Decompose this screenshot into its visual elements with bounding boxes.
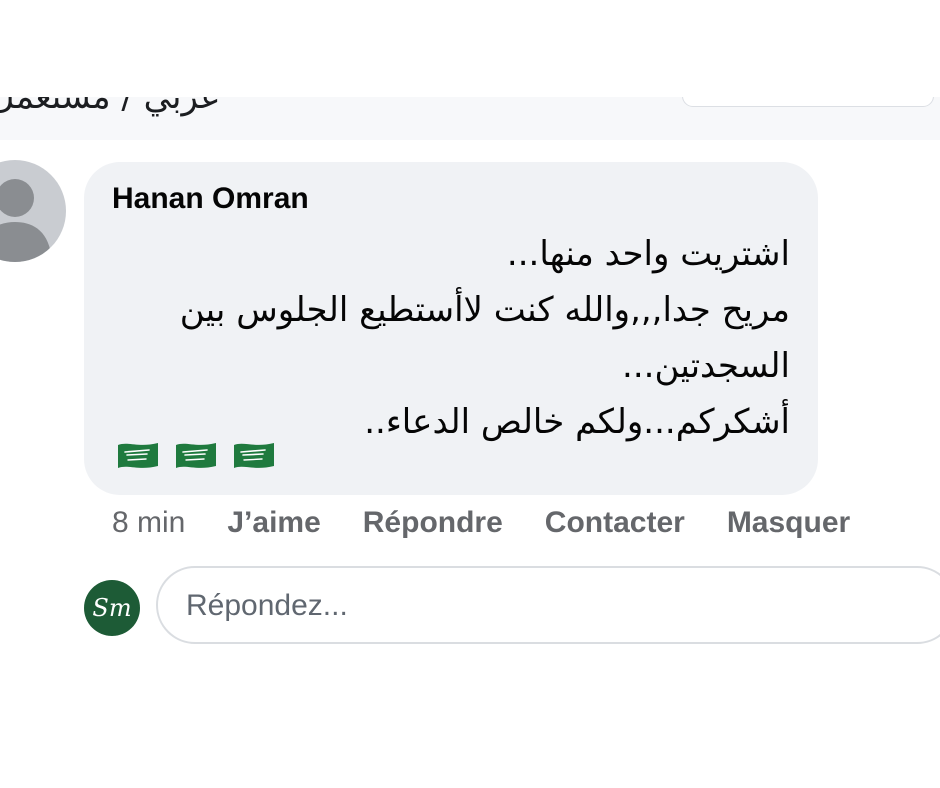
comment-author[interactable]: Hanan Omran xyxy=(112,182,309,216)
previous-post-strip: عربي / مستعمل xyxy=(0,97,940,140)
comment-line: السجدتين... xyxy=(622,346,790,386)
comment-body: اشتريت واحد منها... مريح جدا,,,والله كنت… xyxy=(100,226,790,450)
current-user-avatar[interactable]: Sm xyxy=(84,580,140,636)
comment-line: اشتريت واحد منها... xyxy=(506,234,790,274)
saudi-flag-icon xyxy=(116,440,160,470)
default-user-icon xyxy=(0,179,52,262)
like-button[interactable]: J’aime xyxy=(227,506,320,540)
comment-bubble: Hanan Omran اشتريت واحد منها... مريح جدا… xyxy=(84,162,818,495)
reply-field[interactable] xyxy=(156,566,940,644)
previous-post-text: عربي / مستعمل xyxy=(0,97,221,117)
hide-button[interactable]: Masquer xyxy=(727,506,850,540)
commenter-avatar[interactable] xyxy=(0,160,66,262)
emoji-row xyxy=(116,440,276,470)
reply-button[interactable]: Répondre xyxy=(363,506,503,540)
reply-input[interactable] xyxy=(184,582,908,630)
comment-line: مريح جدا,,,والله كنت لاأستطيع الجلوس بين xyxy=(179,290,790,330)
saudi-flag-icon xyxy=(174,440,218,470)
previous-post-input[interactable] xyxy=(682,97,934,107)
avatar-monogram: Sm xyxy=(92,594,132,622)
comment-timestamp[interactable]: 8 min xyxy=(112,506,185,540)
saudi-flag-icon xyxy=(232,440,276,470)
contact-button[interactable]: Contacter xyxy=(545,506,685,540)
comment-actions: 8 min J’aime Répondre Contacter Masquer xyxy=(112,506,892,540)
